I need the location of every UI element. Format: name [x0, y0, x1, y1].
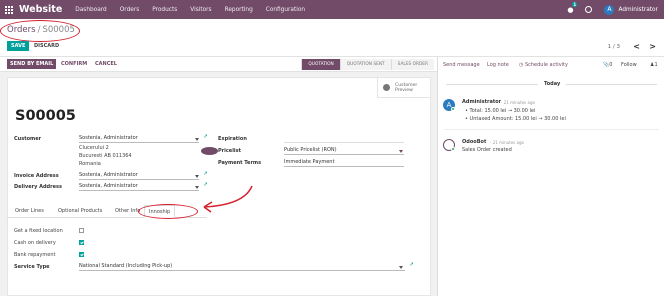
- message-divider: [444, 129, 659, 130]
- menu-products[interactable]: Products: [152, 7, 177, 13]
- address-line3: Romania: [79, 161, 101, 167]
- customer-preview-line2: Preview: [395, 87, 413, 93]
- customer-preview-line1: Customer: [395, 82, 418, 88]
- pricelist-dropdown-icon[interactable]: [399, 150, 403, 153]
- pricelist-label: Pricelist: [218, 148, 241, 154]
- form-statusbar: SEND BY EMAIL CONFIRM CANCEL QUOTATION Q…: [0, 57, 437, 72]
- activity-clock-icon[interactable]: [585, 6, 593, 13]
- annotation-circle-tab: [138, 204, 198, 219]
- invoice-address-field[interactable]: Sostenia, Administrator: [79, 172, 199, 180]
- menu-configuration[interactable]: Configuration: [266, 7, 305, 13]
- today-line-right: [566, 84, 657, 85]
- customer-dropdown-icon[interactable]: [195, 138, 199, 141]
- tab-other-info[interactable]: Other Info: [115, 208, 140, 214]
- invoice-address-label: Invoice Address: [14, 173, 59, 179]
- stage-sales-order[interactable]: SALES ORDER: [390, 59, 434, 70]
- globe-icon: [383, 84, 390, 91]
- menu-reporting[interactable]: Reporting: [225, 7, 253, 13]
- customer-external-link-icon[interactable]: ↗: [203, 134, 208, 140]
- message-body-odoobot: Sales Order created: [462, 147, 512, 153]
- attachments-count: 0: [609, 62, 613, 68]
- expiration-field[interactable]: [284, 135, 404, 143]
- fixed-location-label: Get a fixed location: [14, 228, 63, 234]
- top-navbar: Website Dashboard Orders Products Visito…: [0, 0, 664, 19]
- odoobot-online-icon: [451, 147, 455, 151]
- order-name: S00005: [15, 108, 76, 124]
- control-panel: Orders / S00005 SAVE DISCARD 1 / 3 < >: [0, 19, 664, 57]
- service-type-label: Service Type: [14, 264, 50, 270]
- message-tracking-untaxed: • Untaxed Amount: 15.00 lei → 30.00 lei: [465, 116, 566, 122]
- cash-on-delivery-checkbox[interactable]: [79, 240, 84, 245]
- today-label: Today: [544, 81, 561, 87]
- tracking-untaxed-text: Untaxed Amount: 15.00 lei → 30.00 lei: [469, 116, 566, 122]
- clock-icon: ◷: [519, 62, 524, 68]
- message-author-odoobot[interactable]: OdooBot: [462, 139, 486, 145]
- pager-next-icon[interactable]: >: [649, 42, 656, 51]
- service-type-external-link-icon[interactable]: ↗: [409, 262, 414, 268]
- menu-visitors[interactable]: Visitors: [190, 7, 211, 13]
- service-type-dropdown-icon[interactable]: [399, 266, 403, 269]
- chat-icon[interactable]: ● 1: [567, 1, 578, 14]
- tab-order-lines[interactable]: Order Lines: [15, 208, 44, 214]
- message-date: - 21 minutes ago: [501, 100, 535, 105]
- attachments-button[interactable]: 📎0: [603, 62, 612, 68]
- delivery-address-field[interactable]: Sostenia, Administrator: [79, 183, 199, 191]
- payment-terms-field[interactable]: Immediate Payment: [284, 159, 404, 167]
- send-message-button[interactable]: Send message: [443, 62, 480, 68]
- today-separator: Today: [446, 81, 657, 87]
- pager-previous-icon[interactable]: <: [633, 42, 640, 51]
- annotation-marker: [201, 147, 218, 155]
- pricelist-field[interactable]: Public Pricelist (RON): [284, 147, 404, 155]
- tracking-total-text: Total: 15.00 lei → 30.00 lei: [469, 108, 536, 114]
- discard-button[interactable]: DISCARD: [34, 41, 59, 51]
- bank-repayment-label: Bank repayment: [14, 252, 56, 258]
- payment-terms-label: Payment Terms: [218, 160, 262, 166]
- address-line2: Bucuresti AB 011364: [79, 153, 132, 159]
- service-type-field[interactable]: National Standard (Including Pick-up): [79, 263, 405, 271]
- send-by-email-button[interactable]: SEND BY EMAIL: [7, 59, 57, 69]
- customer-label: Customer: [14, 136, 42, 142]
- invoice-external-link-icon[interactable]: ↗: [203, 171, 208, 177]
- fixed-location-checkbox[interactable]: [79, 228, 84, 233]
- invoice-dropdown-icon[interactable]: [195, 175, 199, 178]
- chat-badge: 1: [572, 1, 578, 7]
- apps-menu-icon[interactable]: [5, 5, 13, 14]
- today-line-left: [446, 84, 538, 85]
- schedule-activity-label: Schedule activity: [524, 62, 568, 68]
- customer-preview-button[interactable]: Customer Preview: [377, 78, 430, 98]
- delivery-address-label: Delivery Address: [14, 184, 62, 190]
- app-brand[interactable]: Website: [19, 4, 62, 15]
- cash-on-delivery-label: Cash on delivery: [14, 240, 56, 246]
- bank-repayment-checkbox[interactable]: [79, 252, 84, 257]
- chatter-panel: Send message Log note ◷ Schedule activit…: [437, 57, 664, 296]
- cancel-button[interactable]: CANCEL: [92, 59, 120, 69]
- stage-quotation-sent[interactable]: QUOTATION SENT: [339, 59, 391, 70]
- message-author[interactable]: Administrator: [462, 99, 501, 105]
- message-date-odoobot: - 21 minutes ago: [490, 140, 524, 145]
- user-menu[interactable]: Administrator: [618, 7, 658, 13]
- stage-quotation[interactable]: QUOTATION: [301, 59, 340, 70]
- menu-orders[interactable]: Orders: [120, 7, 140, 13]
- save-button[interactable]: SAVE: [7, 41, 30, 51]
- followers-count: 1: [654, 62, 658, 68]
- message-tracking-total: • Total: 15.00 lei → 30.00 lei: [465, 108, 536, 114]
- stage-pipeline: QUOTATION QUOTATION SENT SALES ORDER: [301, 59, 434, 70]
- menu-dashboard[interactable]: Dashboard: [75, 7, 106, 13]
- customer-field[interactable]: Sostenia, Administrator: [79, 135, 199, 143]
- followers-button[interactable]: ♟1: [650, 62, 658, 68]
- tab-optional-products[interactable]: Optional Products: [58, 208, 102, 214]
- online-status-icon: [451, 107, 455, 111]
- log-note-button[interactable]: Log note: [487, 62, 509, 68]
- expiration-label: Expiration: [218, 136, 247, 142]
- confirm-button[interactable]: CONFIRM: [58, 59, 90, 69]
- user-avatar[interactable]: A: [604, 4, 615, 15]
- pager-value[interactable]: 1 / 3: [608, 44, 620, 50]
- schedule-activity-button[interactable]: ◷ Schedule activity: [519, 62, 568, 68]
- address-line1: Clucerului 2: [79, 145, 109, 151]
- annotation-circle-breadcrumb: [0, 20, 80, 42]
- follow-button[interactable]: Follow: [621, 62, 637, 68]
